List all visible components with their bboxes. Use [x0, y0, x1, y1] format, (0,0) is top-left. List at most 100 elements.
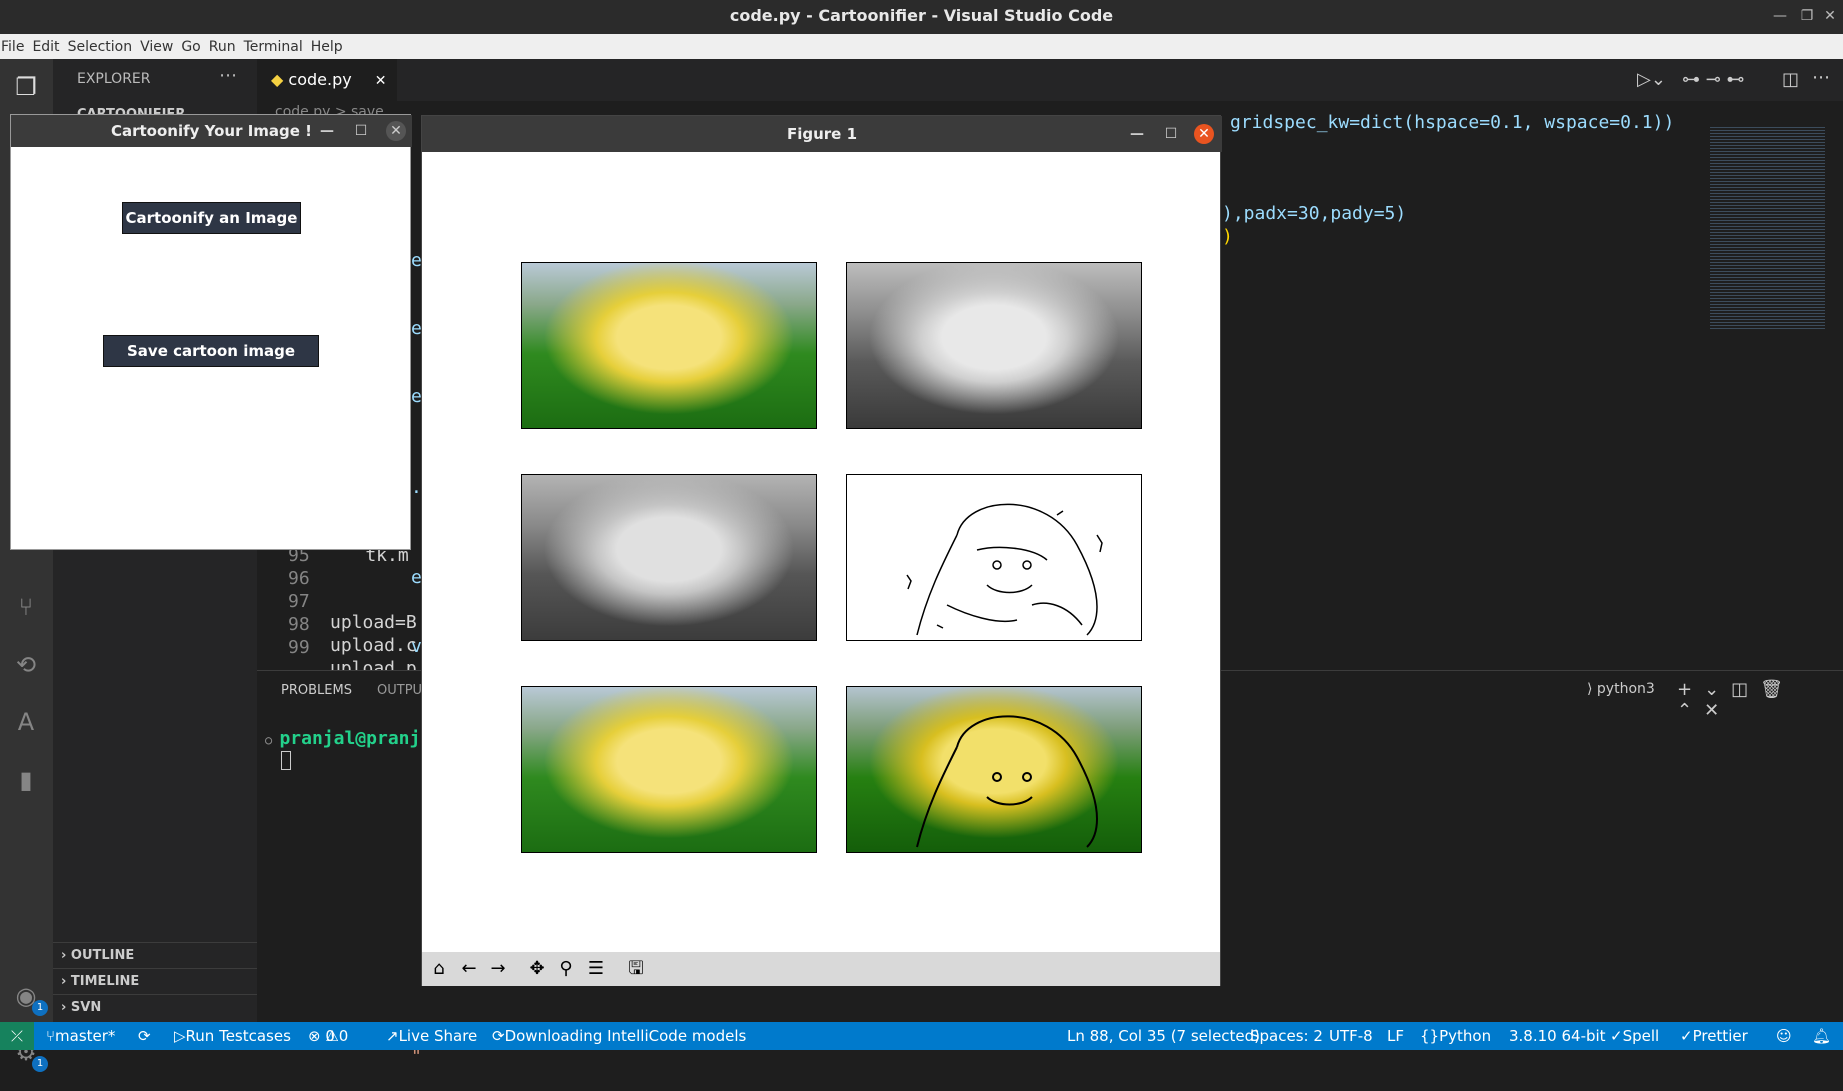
- liveshare-label: Live Share: [398, 1027, 478, 1045]
- editor-tabs: ◆ code.py ✕ ▷⌄ ⊶ ⊸ ⊷ ◫ ⋯: [257, 59, 1843, 101]
- maximize-icon[interactable]: ☐: [1161, 124, 1181, 144]
- menu-edit[interactable]: Edit: [31, 39, 66, 55]
- chart-icon[interactable]: ▮: [8, 762, 44, 798]
- close-icon[interactable]: ✕: [386, 121, 406, 141]
- close-icon[interactable]: ✕: [1815, 0, 1843, 34]
- menu-view[interactable]: View: [139, 39, 180, 55]
- indentation[interactable]: Spaces: 2: [1250, 1022, 1323, 1050]
- code-fragment-3: ): [1222, 226, 1233, 247]
- sidebar-section-outline[interactable]: › OUTLINE: [53, 942, 257, 968]
- terminal-actions[interactable]: +⌄◫🗑︎⌃✕: [1677, 679, 1843, 721]
- home-icon[interactable]: ⌂: [426, 957, 452, 981]
- smoothed-gray-image: [521, 474, 817, 641]
- menu-terminal[interactable]: Terminal: [243, 39, 310, 55]
- azure-icon[interactable]: A: [8, 704, 44, 740]
- tk-window: Cartoonify Your Image ! — ☐ ✕ Cartoonify…: [10, 114, 412, 550]
- sidebar-section-timeline[interactable]: › TIMELINE: [53, 968, 257, 994]
- cartoon-image: [846, 686, 1142, 853]
- remote-explorer-icon[interactable]: ⟲: [8, 647, 44, 683]
- save-cartoon-button[interactable]: Save cartoon image: [103, 335, 319, 367]
- original-image: [521, 262, 817, 429]
- live-share[interactable]: ↗ Live Share: [386, 1022, 477, 1050]
- edges-sketch: [906, 503, 1103, 636]
- menu-selection[interactable]: Selection: [67, 39, 140, 55]
- sync-icon[interactable]: ⟳: [138, 1022, 151, 1050]
- edges-image: [846, 474, 1142, 641]
- intellicode-status[interactable]: ⟳ Downloading IntelliCode models: [492, 1022, 746, 1050]
- prettier-label: Prettier: [1692, 1027, 1748, 1045]
- svn-label: SVN: [70, 1000, 102, 1015]
- eol[interactable]: LF: [1387, 1022, 1404, 1050]
- language-mode[interactable]: {} Python: [1420, 1022, 1491, 1050]
- zoom-icon[interactable]: ⚲: [553, 957, 579, 981]
- minimize-icon[interactable]: —: [1765, 0, 1795, 34]
- back-icon[interactable]: ←: [456, 957, 482, 981]
- menu-help[interactable]: Help: [310, 39, 350, 55]
- menu-run[interactable]: Run: [208, 39, 243, 55]
- figure-title: Figure 1: [786, 125, 858, 143]
- prompt-text: pranjal@pranja: [279, 728, 432, 749]
- save-figure-icon[interactable]: 🖫: [623, 957, 649, 981]
- run-icon[interactable]: ▷⌄: [1637, 69, 1666, 90]
- python-interpreter[interactable]: 3.8.10 64-bit: [1509, 1022, 1606, 1050]
- tk-title: Cartoonify Your Image !: [110, 122, 313, 140]
- pan-icon[interactable]: ✥: [524, 957, 550, 981]
- branch-status[interactable]: ⑂ master*: [46, 1022, 115, 1050]
- language-label: Python: [1439, 1027, 1492, 1045]
- minimap[interactable]: [1710, 125, 1825, 330]
- minimize-icon[interactable]: —: [1127, 124, 1147, 144]
- spell-label: Spell: [1622, 1027, 1660, 1045]
- code-lines: 95 tk.m 96 97upload=B 98upload.c 99uploa…: [288, 545, 418, 679]
- code-fragment-1: gridspec_kw=dict(hspace=0.1, wspace=0.1)…: [1230, 112, 1675, 133]
- close-icon[interactable]: ✕: [1194, 124, 1214, 144]
- code-fragment-2: ),padx=30,pady=5): [1222, 203, 1407, 224]
- line-number: 99: [288, 637, 310, 658]
- accounts-icon[interactable]: ◉ 1: [8, 978, 48, 1016]
- remote-icon[interactable]: ⤫: [0, 1022, 34, 1050]
- cursor-position[interactable]: Ln 88, Col 35 (7 selected): [1067, 1022, 1260, 1050]
- configure-subplots-icon[interactable]: ☰: [583, 957, 609, 981]
- editor-more-icon[interactable]: ⋯: [1812, 67, 1830, 88]
- tab-label: code.py: [288, 70, 352, 89]
- sidebar-title: EXPLORER: [77, 71, 151, 87]
- more-icon[interactable]: ⋯: [219, 65, 237, 86]
- branch-label: master*: [55, 1027, 116, 1045]
- menu-file[interactable]: File: [0, 39, 31, 55]
- tab-code-py[interactable]: ◆ code.py ✕: [257, 59, 397, 101]
- explorer-icon[interactable]: ❐: [8, 69, 44, 105]
- cartoon-outlines: [916, 715, 1098, 848]
- python-file-icon: ◆: [271, 70, 284, 89]
- forward-icon[interactable]: →: [485, 957, 511, 981]
- spell-status[interactable]: ✓ Spell: [1610, 1022, 1659, 1050]
- tab-close-icon[interactable]: ✕: [375, 73, 387, 89]
- minimize-icon[interactable]: —: [317, 121, 337, 141]
- status-bar: ⤫ ⑂ master* ⟳ ▷ Run Testcases ⊗ 0 ⚠ 0 ↗ …: [0, 1022, 1843, 1050]
- source-control-icon[interactable]: ⑂: [8, 589, 44, 625]
- line-number: 96: [288, 568, 310, 589]
- maximize-icon[interactable]: ☐: [351, 121, 371, 141]
- window-titlebar: code.py - Cartoonifier - Visual Studio C…: [0, 0, 1843, 34]
- line-text: upload=B: [330, 612, 417, 633]
- grayscale-image: [846, 262, 1142, 429]
- problems-status[interactable]: ⊗ 0 ⚠ 0: [308, 1022, 348, 1050]
- run-testcases[interactable]: ▷ Run Testcases: [174, 1022, 291, 1050]
- sidebar-section-svn[interactable]: › SVN: [53, 994, 257, 1020]
- prettier-status[interactable]: ✓ Prettier: [1680, 1022, 1748, 1050]
- panel-tab-problems[interactable]: PROBLEMS: [281, 683, 352, 698]
- tk-titlebar: Cartoonify Your Image ! — ☐ ✕: [11, 115, 412, 147]
- terminal-icon: ⟩: [1587, 681, 1593, 697]
- git-compare-icon[interactable]: ⊶ ⊸ ⊷: [1682, 69, 1745, 90]
- feedback-icon[interactable]: ☺: [1776, 1022, 1792, 1050]
- outline-label: OUTLINE: [70, 948, 135, 963]
- split-editor-icon[interactable]: ◫: [1782, 69, 1799, 90]
- color-smoothed-image: [521, 686, 817, 853]
- settings-badge: 1: [32, 1056, 48, 1072]
- cartoonify-button[interactable]: Cartoonify an Image: [122, 202, 301, 234]
- notifications-icon[interactable]: 🔔︎: [1812, 1022, 1831, 1050]
- terminal-selector[interactable]: ⟩ python3: [1587, 681, 1655, 697]
- menu-bar: File Edit Selection View Go Run Terminal…: [0, 34, 1843, 59]
- line-text: upload.c: [330, 635, 417, 656]
- menu-go[interactable]: Go: [180, 39, 207, 55]
- encoding[interactable]: UTF-8: [1329, 1022, 1373, 1050]
- line-number: 98: [288, 614, 310, 635]
